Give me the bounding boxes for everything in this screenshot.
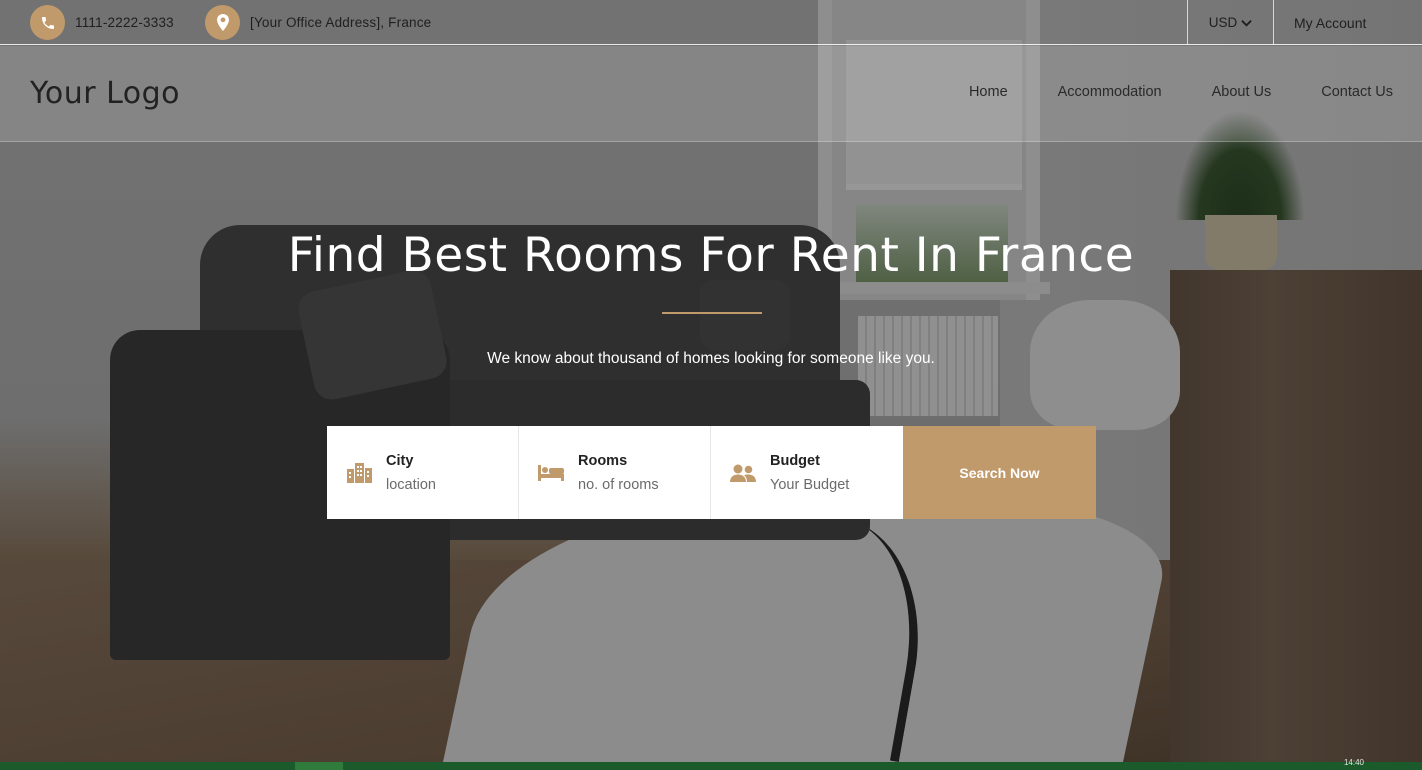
taskbar-active-app[interactable] [295,762,343,770]
budget-label: Budget [770,452,820,469]
currency-selector[interactable]: USD [1187,0,1273,45]
users-icon [730,464,756,482]
phone-icon [30,5,65,40]
city-field[interactable]: City [327,426,519,519]
map-pin-icon [205,5,240,40]
chevron-down-icon [1241,19,1252,27]
top-right-controls: USD My Account [1187,0,1422,45]
nav-accommodation[interactable]: Accommodation [1058,84,1162,100]
bed-icon [538,464,564,481]
budget-field[interactable]: Budget [711,426,903,519]
rooms-label: Rooms [578,452,628,469]
search-now-button[interactable]: Search Now [903,426,1096,519]
contact-address[interactable]: [Your Office Address], France [205,5,431,40]
hero-subtitle: We know about thousand of homes looking … [487,350,935,367]
phone-number: 1111-2222-3333 [75,15,174,30]
main-nav: Home Accommodation About Us Contact Us [969,84,1393,100]
currency-label: USD [1208,15,1238,30]
rooms-field[interactable]: Rooms [519,426,711,519]
hero-title: Find Best Rooms For Rent In France [287,228,1135,283]
my-account-link[interactable]: My Account [1273,0,1422,45]
contact-phone[interactable]: 1111-2222-3333 [30,5,174,40]
city-input[interactable] [386,476,511,493]
city-label: City [386,452,414,469]
hero-divider [662,312,762,314]
building-icon [346,462,372,483]
taskbar-clock: 14:40 [1343,758,1364,767]
office-address: [Your Office Address], France [250,15,432,30]
nav-contact-us[interactable]: Contact Us [1321,84,1393,100]
search-form: City Rooms Bu [327,426,1097,519]
site-header: Your Logo Home Accommodation About Us Co… [0,46,1422,142]
os-taskbar: 14:40 [0,758,1422,770]
nav-home[interactable]: Home [969,84,1008,100]
site-logo[interactable]: Your Logo [30,76,180,111]
nav-about-us[interactable]: About Us [1212,84,1272,100]
budget-input[interactable] [770,476,895,493]
top-bar: 1111-2222-3333 [Your Office Address], Fr… [0,0,1422,45]
rooms-input[interactable] [578,476,703,493]
